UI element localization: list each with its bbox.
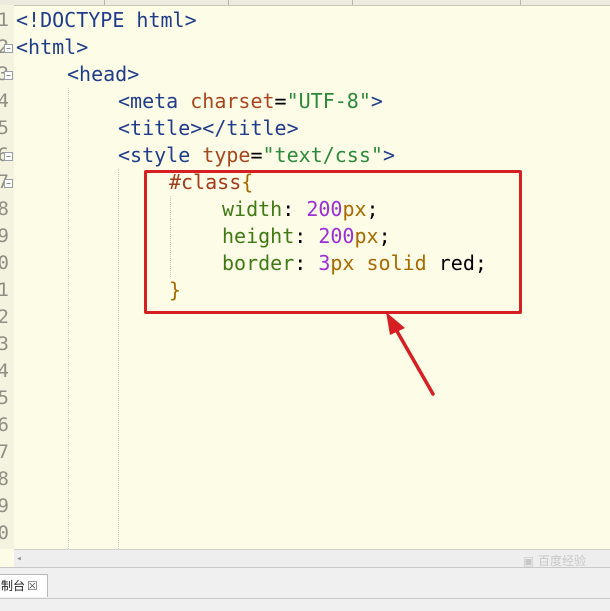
close-icon[interactable]: ☒ [27,579,38,593]
arrow-icon [386,312,435,396]
divider [0,598,610,599]
horizontal-scrollbar[interactable]: ◂ ▣ 百度经验 [14,549,610,568]
scroll-left-icon[interactable]: ◂ [14,550,24,568]
tab-console-label: 制台 [1,579,26,593]
bottom-panel: 制台 ☒ [0,567,610,611]
tab-console[interactable]: 制台 ☒ [0,574,48,597]
